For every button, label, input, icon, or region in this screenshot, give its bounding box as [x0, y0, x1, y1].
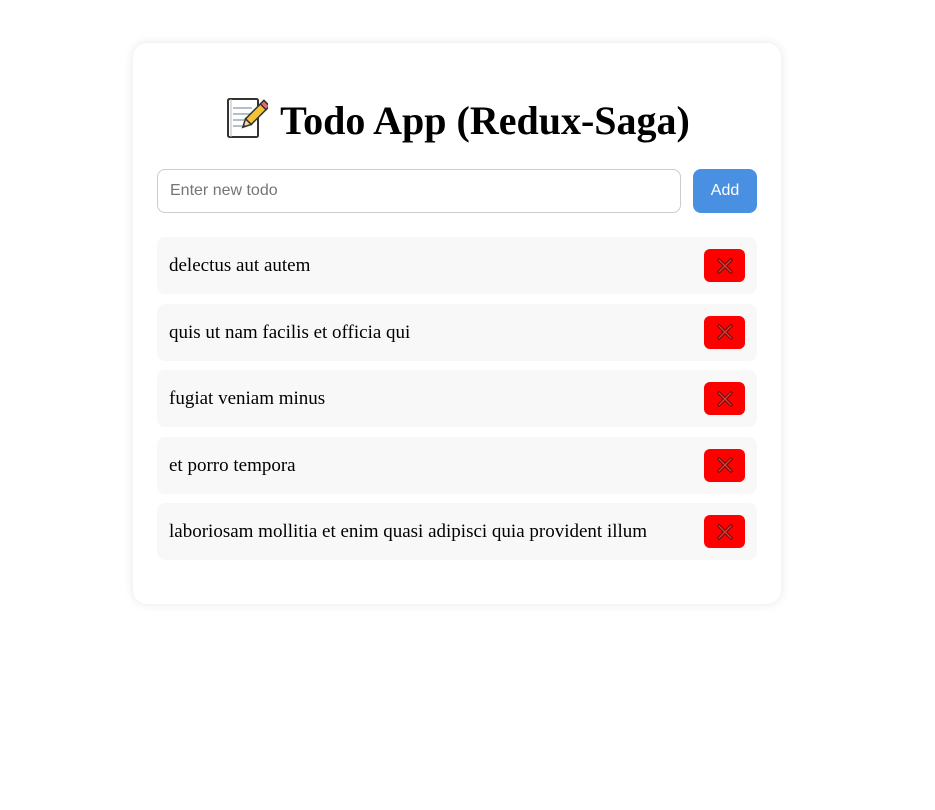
todo-list: delectus aut autem quis ut nam facilis e… [157, 237, 757, 570]
new-todo-input[interactable] [157, 169, 681, 213]
cross-mark-icon [716, 457, 733, 473]
todo-item: delectus aut autem [157, 237, 757, 294]
todo-item: fugiat veniam minus [157, 370, 757, 427]
todo-item: et porro tempora [157, 436, 757, 494]
page-title-text: Todo App (Redux-Saga) [280, 98, 690, 143]
todo-text: fugiat veniam minus [169, 388, 326, 409]
cross-mark-icon [716, 257, 733, 274]
cross-mark-icon [716, 390, 733, 407]
delete-todo-button[interactable] [704, 315, 745, 349]
todo-text: laboriosam mollitia et enim quasi adipis… [169, 521, 648, 542]
delete-todo-button[interactable] [704, 382, 745, 415]
todo-item: quis ut nam facilis et officia qui [157, 303, 757, 361]
todo-text: delectus aut autem [169, 255, 311, 276]
delete-todo-button[interactable] [704, 249, 745, 282]
add-todo-button[interactable]: Add [693, 169, 757, 213]
todo-text: quis ut nam facilis et officia qui [169, 321, 411, 343]
delete-todo-button[interactable] [704, 448, 745, 482]
cross-mark-icon [716, 324, 733, 340]
new-todo-form: Add [157, 169, 757, 213]
cross-mark-icon [716, 523, 733, 540]
todo-item: laboriosam mollitia et enim quasi adipis… [157, 503, 757, 560]
page-title: Todo App (Redux-Saga) [133, 96, 781, 152]
todo-card: Todo App (Redux-Saga) Add delectus aut a… [133, 43, 781, 604]
delete-todo-button[interactable] [704, 515, 745, 548]
todo-text: et porro tempora [169, 454, 296, 476]
memo-pencil-icon [224, 96, 271, 152]
